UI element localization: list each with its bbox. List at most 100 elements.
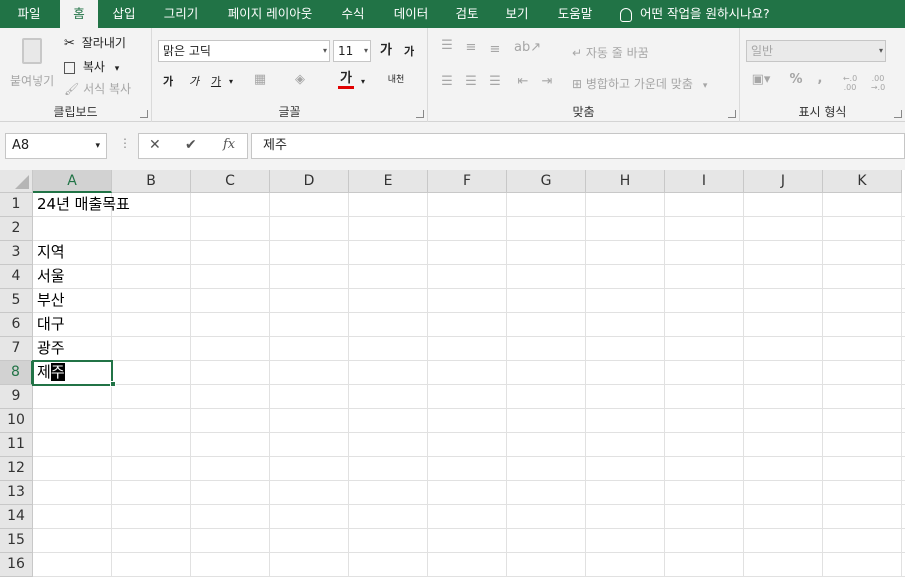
row-header-2[interactable]: 2 <box>0 217 33 241</box>
italic-button[interactable]: 가 <box>186 74 202 90</box>
percent-button[interactable]: % <box>788 72 804 88</box>
tab-review[interactable]: 검토 <box>448 0 486 28</box>
row-header-4[interactable]: 4 <box>0 265 33 289</box>
column-header-E[interactable]: E <box>349 170 428 193</box>
decrease-decimal-button[interactable]: .00 →.0 <box>866 74 890 92</box>
accounting-format-icon[interactable]: ▣▾ <box>748 72 774 88</box>
chevron-down-icon[interactable]: ▾ <box>226 74 236 90</box>
row-header-15[interactable]: 15 <box>0 529 33 553</box>
cancel-icon[interactable]: ✕ <box>149 137 161 153</box>
tab-insert[interactable]: 삽입 <box>104 0 144 28</box>
copy-button[interactable]: 복사 ▾ <box>64 58 119 76</box>
merge-center-button[interactable]: ⊞ 병합하고 가운데 맞춤 ▾ <box>572 75 707 92</box>
cell-a7[interactable]: 광주 <box>33 337 65 361</box>
column-header-A[interactable]: A <box>33 170 112 193</box>
tab-draw[interactable]: 그리기 <box>154 0 208 28</box>
gridline <box>664 193 665 577</box>
shrink-font-button[interactable]: 가 <box>402 44 416 60</box>
tab-view[interactable]: 보기 <box>498 0 536 28</box>
phonetic-button[interactable]: 내천 <box>384 72 408 88</box>
gridline <box>33 528 905 529</box>
chevron-down-icon: ▾ <box>322 46 327 55</box>
fill-handle[interactable] <box>110 381 116 387</box>
active-cell-border <box>32 360 113 386</box>
cell-a1[interactable]: 24년 매출목표 <box>33 193 130 217</box>
lightbulb-icon <box>620 7 632 22</box>
font-name-select[interactable]: 맑은 고딕 ▾ <box>158 40 330 62</box>
column-header-G[interactable]: G <box>507 170 586 193</box>
tab-formulas[interactable]: 수식 <box>334 0 372 28</box>
cell-a4[interactable]: 서울 <box>33 265 65 289</box>
font-size-select[interactable]: 11 ▾ <box>333 40 371 62</box>
column-header-F[interactable]: F <box>428 170 507 193</box>
row-header-7[interactable]: 7 <box>0 337 33 361</box>
row-header-13[interactable]: 13 <box>0 481 33 505</box>
tab-help[interactable]: 도움말 <box>548 0 602 28</box>
formula-bar-divider-icon: ⋮ <box>119 136 131 150</box>
column-header-I[interactable]: I <box>665 170 744 193</box>
select-all-button[interactable] <box>0 170 33 193</box>
increase-indent-icon[interactable]: ⇥ <box>538 74 556 90</box>
copy-icon <box>64 61 75 74</box>
dialog-launcher-icon[interactable] <box>728 110 736 118</box>
row-header-6[interactable]: 6 <box>0 313 33 337</box>
row-header-8[interactable]: 8 <box>0 361 33 385</box>
align-right-icon[interactable]: ☰ <box>486 74 504 90</box>
row-header-3[interactable]: 3 <box>0 241 33 265</box>
increase-decimal-button[interactable]: ←.0 .00 <box>838 74 862 92</box>
row-header-12[interactable]: 12 <box>0 457 33 481</box>
dialog-launcher-icon[interactable] <box>416 110 424 118</box>
number-format-select[interactable]: 일반 ▾ <box>746 40 886 62</box>
tab-file[interactable]: 파일 <box>8 0 50 28</box>
formula-input[interactable]: 제주 <box>251 133 905 159</box>
row-header-14[interactable]: 14 <box>0 505 33 529</box>
borders-icon[interactable]: ▦ <box>252 72 268 88</box>
gridline <box>33 288 905 289</box>
worksheet-grid[interactable]: A B C D E F G H I J K 1 2 3 4 5 6 7 8 9 10 11 12 13 14 15 16 24년 매출… <box>0 170 905 577</box>
dialog-launcher-icon[interactable] <box>894 110 902 118</box>
format-painter-button[interactable]: 🖌 서식 복사 <box>64 80 131 98</box>
dialog-launcher-icon[interactable] <box>140 110 148 118</box>
tab-page-layout[interactable]: 페이지 레이아웃 <box>218 0 322 28</box>
column-header-C[interactable]: C <box>191 170 270 193</box>
font-color-button[interactable]: 가 <box>338 71 354 89</box>
tell-me-search[interactable]: 어떤 작업을 원하시나요? <box>620 0 770 28</box>
row-header-9[interactable]: 9 <box>0 385 33 409</box>
comma-button[interactable]: , <box>814 71 826 87</box>
row-header-5[interactable]: 5 <box>0 289 33 313</box>
tab-data[interactable]: 데이터 <box>384 0 438 28</box>
cell-a5[interactable]: 부산 <box>33 289 65 313</box>
orientation-icon[interactable]: ab↗ <box>514 40 541 56</box>
tab-home[interactable]: 홈 <box>60 0 98 28</box>
column-header-D[interactable]: D <box>270 170 349 193</box>
gridline <box>190 193 191 577</box>
gridline <box>33 456 905 457</box>
align-left-icon[interactable]: ☰ <box>438 74 456 90</box>
align-top-icon[interactable]: ☰ <box>438 38 456 54</box>
chevron-down-icon[interactable]: ▾ <box>358 74 368 90</box>
decrease-indent-icon[interactable]: ⇤ <box>514 74 532 90</box>
column-header-J[interactable]: J <box>744 170 823 193</box>
column-header-B[interactable]: B <box>112 170 191 193</box>
wrap-text-button[interactable]: ↵ 자동 줄 바꿈 <box>572 44 649 61</box>
row-header-10[interactable]: 10 <box>0 409 33 433</box>
row-header-16[interactable]: 16 <box>0 553 33 577</box>
underline-button[interactable]: 가 <box>208 74 224 90</box>
row-header-11[interactable]: 11 <box>0 433 33 457</box>
enter-icon[interactable]: ✔ <box>185 137 197 153</box>
name-box[interactable]: A8 ▾ <box>5 133 107 159</box>
grow-font-button[interactable]: 가 <box>378 43 394 59</box>
cell-a6[interactable]: 대구 <box>33 313 65 337</box>
align-bottom-icon[interactable]: ≡ <box>486 42 504 58</box>
row-header-1[interactable]: 1 <box>0 193 33 217</box>
bold-button[interactable]: 가 <box>160 74 176 90</box>
column-header-K[interactable]: K <box>823 170 902 193</box>
cut-button[interactable]: ✂ 잘라내기 <box>64 34 126 52</box>
column-header-H[interactable]: H <box>586 170 665 193</box>
cell-a3[interactable]: 지역 <box>33 241 65 265</box>
align-middle-icon[interactable]: ≡ <box>462 40 480 56</box>
align-center-icon[interactable]: ☰ <box>462 74 480 90</box>
fill-color-icon[interactable]: ◈ <box>292 72 308 88</box>
insert-function-icon[interactable]: fx <box>223 137 235 152</box>
paste-button[interactable]: 붙여넣기 <box>6 34 58 94</box>
